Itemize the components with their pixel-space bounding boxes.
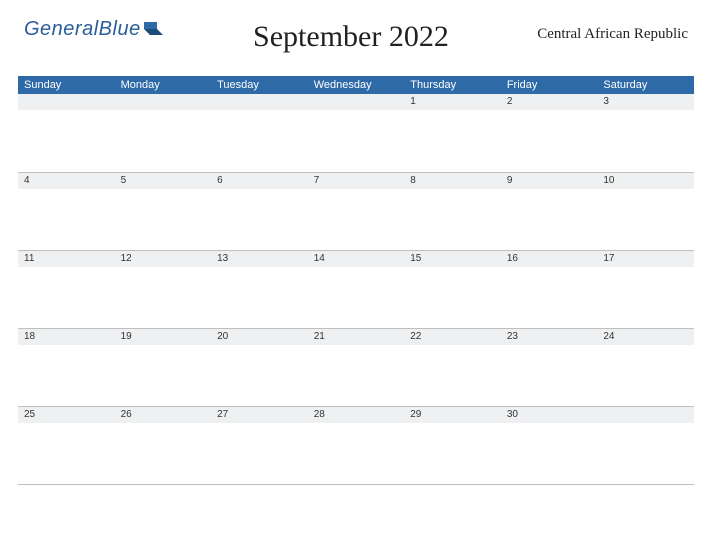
day-cell: 28 [308,406,405,484]
day-number: 28 [308,407,405,423]
day-cell [18,94,115,172]
day-number: 15 [404,251,501,267]
day-cell [597,406,694,484]
day-number: 6 [211,173,308,189]
day-number: 9 [501,173,598,189]
day-number: 20 [211,329,308,345]
day-number: 30 [501,407,598,423]
day-cell: 1 [404,94,501,172]
region-label: Central African Republic [537,26,688,43]
weekday-header-row: Sunday Monday Tuesday Wednesday Thursday… [18,76,694,94]
day-number: 4 [18,173,115,189]
day-number: 24 [597,329,694,345]
day-cell: 27 [211,406,308,484]
day-number: 12 [115,251,212,267]
brand-part2: Blue [99,18,141,40]
day-cell: 30 [501,406,598,484]
weekday-monday: Monday [115,76,212,94]
day-number: 10 [597,173,694,189]
day-number: 19 [115,329,212,345]
day-number: 13 [211,251,308,267]
brand-name: GeneralBlue [24,18,141,41]
day-cell: 9 [501,172,598,250]
day-number: 7 [308,173,405,189]
weekday-wednesday: Wednesday [308,76,405,94]
day-number: 26 [115,407,212,423]
day-cell: 12 [115,250,212,328]
day-number: 8 [404,173,501,189]
day-cell: 15 [404,250,501,328]
day-cell: 20 [211,328,308,406]
day-cell: 26 [115,406,212,484]
day-number [211,94,308,110]
week-row: 25 26 27 28 29 30 [18,406,694,484]
day-cell: 3 [597,94,694,172]
week-row: 1 2 3 [18,94,694,172]
calendar-title: September 2022 [165,20,538,54]
day-number: 21 [308,329,405,345]
week-row: 11 12 13 14 15 16 17 [18,250,694,328]
day-cell: 19 [115,328,212,406]
day-cell: 16 [501,250,598,328]
day-cell: 21 [308,328,405,406]
weekday-thursday: Thursday [404,76,501,94]
weekday-tuesday: Tuesday [211,76,308,94]
day-number [18,94,115,110]
day-number [308,94,405,110]
day-cell: 6 [211,172,308,250]
day-cell: 2 [501,94,598,172]
day-number: 25 [18,407,115,423]
day-cell: 4 [18,172,115,250]
day-number: 11 [18,251,115,267]
day-number: 1 [404,94,501,110]
header: GeneralBlue September 2022 Central Afric… [18,18,694,54]
day-cell: 23 [501,328,598,406]
day-number: 5 [115,173,212,189]
day-number [597,407,694,423]
day-number: 18 [18,329,115,345]
day-cell: 25 [18,406,115,484]
day-cell: 14 [308,250,405,328]
day-cell: 13 [211,250,308,328]
day-cell: 22 [404,328,501,406]
week-row: 4 5 6 7 8 9 10 [18,172,694,250]
day-cell [211,94,308,172]
day-cell: 11 [18,250,115,328]
day-number [115,94,212,110]
day-cell: 7 [308,172,405,250]
day-cell: 24 [597,328,694,406]
day-number: 29 [404,407,501,423]
day-cell [308,94,405,172]
day-number: 3 [597,94,694,110]
brand-flag-icon [143,20,165,38]
day-number: 22 [404,329,501,345]
day-cell: 8 [404,172,501,250]
brand-logo: GeneralBlue [24,18,165,41]
day-cell: 29 [404,406,501,484]
day-cell: 17 [597,250,694,328]
day-number: 2 [501,94,598,110]
day-cell: 10 [597,172,694,250]
day-cell: 18 [18,328,115,406]
weekday-sunday: Sunday [18,76,115,94]
day-number: 14 [308,251,405,267]
day-number: 16 [501,251,598,267]
day-number: 27 [211,407,308,423]
brand-part1: General [24,18,99,40]
day-number: 17 [597,251,694,267]
calendar-grid: Sunday Monday Tuesday Wednesday Thursday… [18,76,694,485]
day-number: 23 [501,329,598,345]
day-cell [115,94,212,172]
weekday-friday: Friday [501,76,598,94]
weekday-saturday: Saturday [597,76,694,94]
week-row: 18 19 20 21 22 23 24 [18,328,694,406]
day-cell: 5 [115,172,212,250]
